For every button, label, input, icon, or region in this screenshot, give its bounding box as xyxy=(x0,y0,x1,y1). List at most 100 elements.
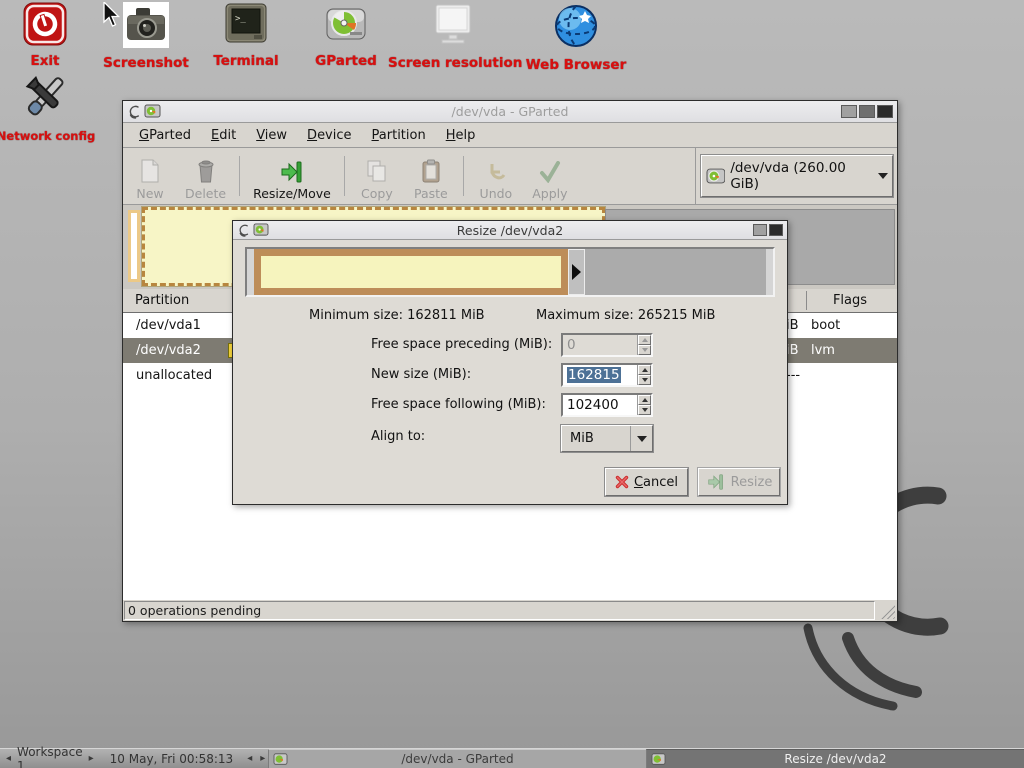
globe-icon xyxy=(552,2,600,54)
apply-check-icon xyxy=(538,157,562,183)
window-title: /dev/vda - GParted xyxy=(123,104,897,119)
resize-dialog: Resize /dev/vda2 Minimum size: 162811 Mi… xyxy=(232,220,788,505)
clock: 10 May, Fri 00:58:13 xyxy=(110,752,234,766)
tasklist-next-icon[interactable]: ▸ xyxy=(258,753,267,764)
terminal-icon: >_ xyxy=(224,2,268,50)
undo-button[interactable]: Undo xyxy=(469,148,523,204)
paste-icon xyxy=(421,157,441,183)
align-to-select[interactable]: MiB xyxy=(561,425,653,452)
new-size-label: New size (MiB): xyxy=(371,363,557,387)
toolbar-separator xyxy=(239,156,240,196)
window-menu-swirl-icon[interactable] xyxy=(127,105,141,119)
gparted-mini-icon xyxy=(144,104,161,119)
delete-button[interactable]: Delete xyxy=(177,148,234,204)
maximize-button[interactable] xyxy=(859,105,875,118)
column-header-partition[interactable]: Partition xyxy=(123,293,189,308)
copy-icon xyxy=(366,157,388,183)
maximum-size-label: Maximum size: 265215 MiB xyxy=(536,308,715,323)
menu-edit[interactable]: Edit xyxy=(201,125,246,146)
desktop-icon-label: Network config xyxy=(0,129,106,143)
resize-partition-area[interactable] xyxy=(254,249,568,295)
align-to-value: MiB xyxy=(570,431,594,446)
monitor-icon xyxy=(430,2,476,52)
device-disk-icon xyxy=(706,167,726,185)
device-selector[interactable]: /dev/vda (260.00 GiB) xyxy=(701,155,893,197)
resize-free-space-area[interactable] xyxy=(585,249,766,295)
statusbar: 0 operations pending xyxy=(123,599,897,621)
copy-button[interactable]: Copy xyxy=(350,148,404,204)
menu-gparted[interactable]: GParted xyxy=(129,125,201,146)
paste-button[interactable]: Paste xyxy=(404,148,458,204)
flags-cell: lvm xyxy=(811,338,835,363)
dialog-maximize-button[interactable] xyxy=(753,224,767,236)
size-fragment: --- xyxy=(786,363,800,388)
device-selector-value: /dev/vda (260.00 GiB) xyxy=(730,160,877,192)
resize-drag-handle[interactable] xyxy=(568,249,585,295)
gparted-mini-icon xyxy=(273,753,288,766)
partition-name: /dev/vda2 xyxy=(123,343,201,358)
toolbar-separator xyxy=(344,156,345,196)
gparted-mini-icon xyxy=(253,223,269,237)
menu-help[interactable]: Help xyxy=(436,125,486,146)
gparted-titlebar[interactable]: /dev/vda - GParted xyxy=(123,101,897,123)
menu-view[interactable]: View xyxy=(246,125,297,146)
column-header-flags[interactable]: Flags xyxy=(806,289,894,312)
tools-icon xyxy=(20,72,72,126)
menu-device[interactable]: Device xyxy=(297,125,361,146)
free-space-following-input[interactable]: 102400 xyxy=(561,393,653,417)
taskbar-pager: ◂ Workspace 1 ▸ 10 May, Fri 00:58:13 ◂ ▸ xyxy=(0,749,268,768)
gparted-mini-icon xyxy=(651,753,666,766)
new-button[interactable]: New xyxy=(123,148,177,204)
drag-arrow-icon xyxy=(572,264,581,280)
minimize-button[interactable] xyxy=(841,105,857,118)
tasklist-prev-icon[interactable]: ◂ xyxy=(245,753,254,764)
partition-name: unallocated xyxy=(123,368,212,383)
dialog-close-button[interactable] xyxy=(769,224,783,236)
new-partition-icon xyxy=(140,157,160,183)
chevron-down-icon xyxy=(637,436,647,442)
taskbar-window-resize-dialog[interactable]: Resize /dev/vda2 xyxy=(646,749,1024,768)
trash-icon xyxy=(197,157,215,183)
taskbar-window-title: /dev/vda - GParted xyxy=(269,752,646,766)
spin-up-button[interactable] xyxy=(638,395,651,405)
mouse-cursor xyxy=(103,2,123,28)
apply-button[interactable]: Apply xyxy=(523,148,577,204)
spin-down-button[interactable] xyxy=(638,375,651,385)
pending-operations-status: 0 operations pending xyxy=(124,601,875,620)
resize-confirm-button[interactable]: Resize xyxy=(698,468,780,496)
spin-down-button[interactable] xyxy=(638,405,651,415)
desktop-icon-screen-resolution[interactable]: Screen resolution xyxy=(388,2,518,71)
desktop-icon-web-browser[interactable]: Web Browser xyxy=(516,2,636,73)
workspace-next-icon[interactable]: ▸ xyxy=(87,753,96,764)
resize-grip[interactable] xyxy=(877,602,895,619)
spin-up-button xyxy=(638,335,651,345)
taskbar-window-title: Resize /dev/vda2 xyxy=(647,752,1024,766)
menu-partition[interactable]: Partition xyxy=(362,125,436,146)
dialog-title: Resize /dev/vda2 xyxy=(233,223,787,238)
align-to-label: Align to: xyxy=(371,425,557,449)
cancel-x-icon xyxy=(615,475,629,489)
free-space-preceding-input: 0 xyxy=(561,333,653,357)
spin-down-button xyxy=(638,345,651,355)
window-menu-swirl-icon[interactable] xyxy=(237,224,250,237)
dialog-titlebar[interactable]: Resize /dev/vda2 xyxy=(233,221,787,240)
taskbar: ◂ Workspace 1 ▸ 10 May, Fri 00:58:13 ◂ ▸… xyxy=(0,748,1024,768)
camera-icon xyxy=(123,2,169,52)
close-button[interactable] xyxy=(877,105,893,118)
spin-up-button[interactable] xyxy=(638,365,651,375)
svg-text:>_: >_ xyxy=(235,14,246,24)
toolbar-separator xyxy=(463,156,464,196)
device-zone: /dev/vda (260.00 GiB) xyxy=(695,148,897,204)
desktop-icon-network-config[interactable]: Network config xyxy=(0,72,106,143)
toolbar: New Delete Resize/Move Copy Paste xyxy=(123,148,897,205)
resize-move-button[interactable]: Resize/Move xyxy=(245,148,339,204)
partition-block-vda1[interactable] xyxy=(128,210,140,282)
workspace-prev-icon[interactable]: ◂ xyxy=(4,753,13,764)
free-space-following-label: Free space following (MiB): xyxy=(371,393,557,417)
cancel-button[interactable]: Cancel xyxy=(605,468,688,496)
flags-cell: boot xyxy=(811,313,840,338)
taskbar-window-gparted[interactable]: /dev/vda - GParted xyxy=(268,749,646,768)
new-size-input[interactable]: 162815 xyxy=(561,363,653,387)
undo-icon xyxy=(485,157,507,183)
resize-arrow-icon xyxy=(706,474,726,490)
